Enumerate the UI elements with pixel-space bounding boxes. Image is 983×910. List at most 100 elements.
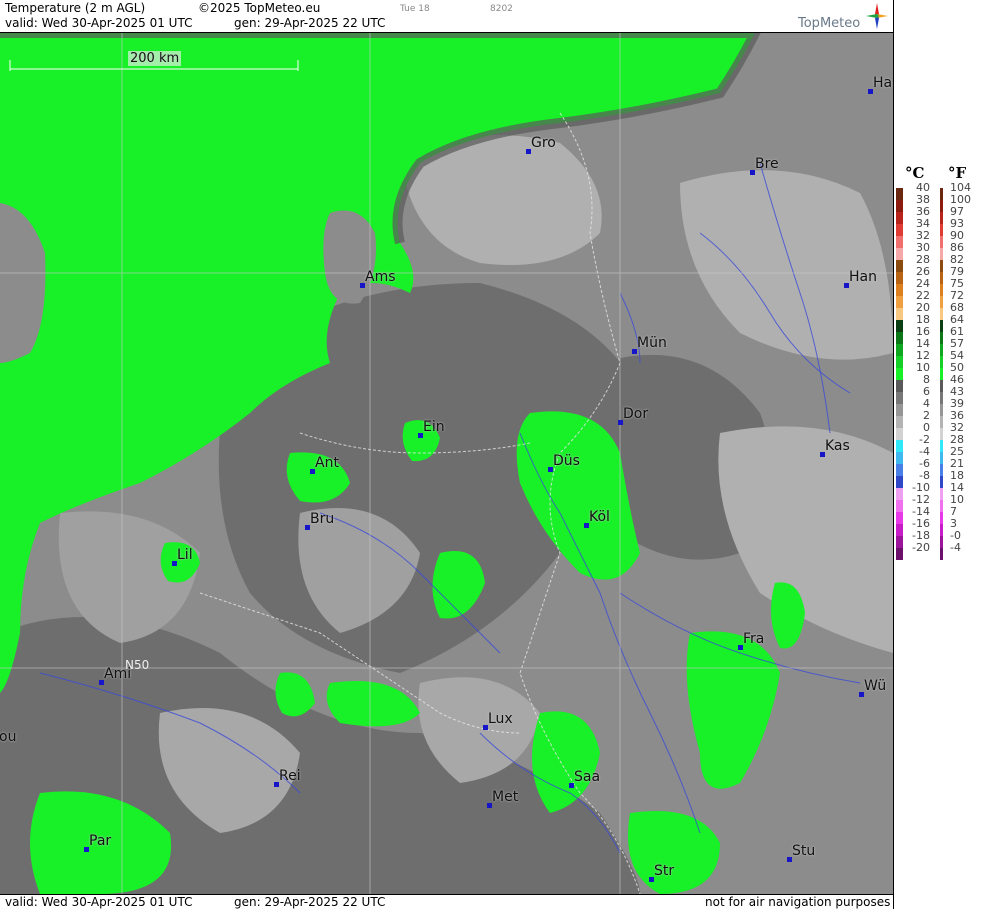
legend-swatch-celsius (896, 440, 903, 452)
map-header: Temperature (2 m AGL) ©2025 TopMeteo.eu … (0, 0, 893, 33)
city-label: Lil (177, 547, 193, 563)
legend-swatch-celsius (896, 272, 903, 284)
city-label: Bre (755, 156, 779, 172)
legend-swatch-fahrenheit (940, 200, 943, 212)
legend-swatch-celsius (896, 524, 903, 536)
legend-swatch-celsius (896, 476, 903, 488)
legend-swatch-fahrenheit (940, 548, 943, 560)
legend-swatch-celsius (896, 488, 903, 500)
city-label: Düs (553, 453, 580, 469)
legend-swatch-fahrenheit (940, 452, 943, 464)
legend-swatch-fahrenheit (940, 500, 943, 512)
legend-swatch-fahrenheit (940, 416, 943, 428)
legend-swatch-celsius (896, 344, 903, 356)
legend-swatch-fahrenheit (940, 308, 943, 320)
city-label: Stu (792, 843, 816, 859)
legend-unit-celsius: °C (905, 164, 925, 182)
footer-notice: not for air navigation purposes (705, 895, 891, 909)
legend-swatch-fahrenheit (940, 488, 943, 500)
legend-swatch-fahrenheit (940, 380, 943, 392)
legend-swatch-fahrenheit (940, 272, 943, 284)
legend-label-celsius: -20 (912, 541, 930, 554)
legend-swatch-fahrenheit (940, 524, 943, 536)
legend-swatch-fahrenheit (940, 320, 943, 332)
legend-swatch-fahrenheit (940, 476, 943, 488)
legend-label-fahrenheit: -4 (950, 541, 961, 554)
legend-unit-fahrenheit: °F (948, 164, 967, 182)
city-label: Gro (531, 135, 556, 151)
legend-swatch-celsius (896, 224, 903, 236)
product-title: Temperature (2 m AGL) (5, 1, 146, 15)
city-label: ou (0, 729, 17, 745)
city-label: Dor (623, 406, 649, 422)
temperature-legend: °C °F 40 104 38 100 36 97 34 93 32 90 30 86 28 82 26 79… (893, 0, 983, 909)
legend-swatch-celsius (896, 392, 903, 404)
legend-swatch-celsius (896, 200, 903, 212)
legend-swatch-celsius (896, 416, 903, 428)
legend-swatch-celsius (896, 380, 903, 392)
legend-swatch-fahrenheit (940, 392, 943, 404)
city-label: Str (654, 863, 675, 879)
footer-generated-time: gen: 29-Apr-2025 22 UTC (234, 895, 386, 909)
valid-time: valid: Wed 30-Apr-2025 01 UTC (5, 16, 193, 30)
city-label: Met (492, 789, 519, 805)
copyright-text: ©2025 TopMeteo.eu (198, 1, 321, 15)
city-label: Köl (589, 509, 610, 525)
footer-valid-time: valid: Wed 30-Apr-2025 01 UTC (5, 895, 193, 909)
city-label: Ha (873, 75, 893, 91)
legend-swatch-celsius (896, 404, 903, 416)
legend-swatch-fahrenheit (940, 512, 943, 524)
legend-swatch-celsius (896, 296, 903, 308)
legend-swatch-fahrenheit (940, 428, 943, 440)
legend-swatch-celsius (896, 320, 903, 332)
legend-swatch-celsius (896, 212, 903, 224)
city-label: Bru (310, 511, 335, 527)
city-label: Saa (574, 769, 601, 785)
legend-swatch-celsius (896, 284, 903, 296)
legend-swatch-fahrenheit (940, 212, 943, 224)
city-label: Ami (104, 666, 132, 682)
legend-swatch-fahrenheit (940, 344, 943, 356)
legend-swatch-celsius (896, 452, 903, 464)
legend-swatch-fahrenheit (940, 332, 943, 344)
legend-swatch-fahrenheit (940, 224, 943, 236)
city-label: Lux (488, 711, 513, 727)
legend-swatch-celsius (896, 368, 903, 380)
legend-swatch-celsius (896, 332, 903, 344)
city-label: Ein (423, 419, 445, 435)
brand-name: TopMeteo (798, 16, 861, 31)
legend-swatch-celsius (896, 188, 903, 200)
legend-swatch-fahrenheit (940, 284, 943, 296)
legend-swatch-fahrenheit (940, 440, 943, 452)
city-label: Kas (825, 438, 850, 454)
city-label: Fra (743, 631, 765, 647)
legend-swatch-fahrenheit (940, 248, 943, 260)
legend-swatch-celsius (896, 428, 903, 440)
weather-map[interactable]: 200 km N50 Ha Gro Bre Han Ams Mün Dor Ein Kas Ant… (0, 33, 893, 894)
legend-swatch-fahrenheit (940, 536, 943, 548)
legend-swatch-fahrenheit (940, 236, 943, 248)
compass-logo-icon (866, 3, 888, 29)
city-label: Ams (365, 269, 396, 285)
city-label: Ant (315, 455, 339, 471)
legend-swatch-fahrenheit (940, 260, 943, 272)
legend-swatch-celsius (896, 464, 903, 476)
city-label: Wü (864, 678, 887, 694)
legend-swatch-fahrenheit (940, 356, 943, 368)
legend-swatch-fahrenheit (940, 464, 943, 476)
legend-swatch-celsius (896, 248, 903, 260)
legend-swatch-celsius (896, 260, 903, 272)
legend-swatch-celsius (896, 308, 903, 320)
run-label: Tue 18 (400, 4, 430, 14)
legend-swatch-fahrenheit (940, 296, 943, 308)
generated-time: gen: 29-Apr-2025 22 UTC (234, 16, 386, 30)
city-label: Han (849, 269, 877, 285)
legend-swatch-celsius (896, 236, 903, 248)
legend-swatch-celsius (896, 512, 903, 524)
legend-swatch-celsius (896, 356, 903, 368)
map-footer: valid: Wed 30-Apr-2025 01 UTC gen: 29-Ap… (0, 894, 893, 910)
legend-swatch-celsius (896, 500, 903, 512)
scale-bar-label: 200 km (128, 51, 182, 66)
code-label: 8202 (490, 4, 513, 14)
city-label: Mün (637, 335, 667, 351)
